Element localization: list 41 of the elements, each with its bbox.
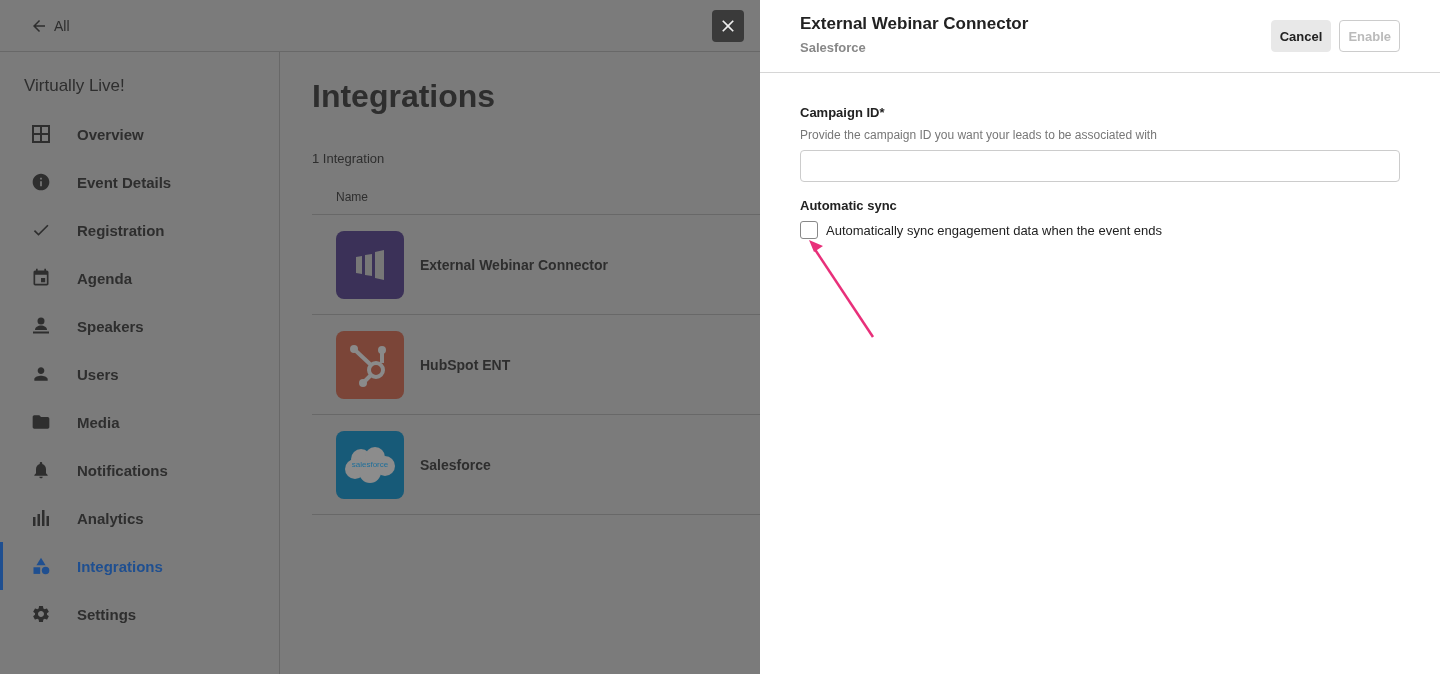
integration-count: 1 Integration <box>312 151 386 166</box>
sidebar-item[interactable]: Registration <box>0 206 279 254</box>
drawer-subtitle: Salesforce <box>800 40 867 55</box>
field-hint: Provide the campaign ID you want your leads to be associated with <box>800 128 1158 142</box>
bell-icon <box>31 460 51 480</box>
grid-icon <box>31 124 51 144</box>
close-button[interactable] <box>712 9 744 42</box>
connector-logo <box>336 230 404 299</box>
integration-name: HubSpot ENT <box>420 356 511 373</box>
sidebar-item[interactable]: Users <box>0 350 279 398</box>
info-icon <box>31 172 51 192</box>
campaign-id-field[interactable] <box>800 150 1400 182</box>
calendar-icon <box>31 268 51 288</box>
sidebar-item[interactable]: Overview <box>0 110 279 158</box>
speaker-icon <box>31 316 51 336</box>
sidebar-item[interactable]: Agenda <box>0 254 279 302</box>
settings-icon <box>31 604 51 624</box>
event-title: Virtually Live! <box>23 76 126 96</box>
field-label: Campaign ID* <box>800 105 886 120</box>
shapes-icon <box>31 556 51 576</box>
sidebar-item[interactable]: Media <box>0 398 279 446</box>
page-title: Integrations <box>312 78 497 115</box>
cancel-button[interactable]: Cancel <box>1270 20 1332 52</box>
checkbox-label: Automatically sync engagement data when the event ends <box>826 222 1163 238</box>
sidebar-item[interactable]: Analytics <box>0 494 279 542</box>
salesforce-logo: salesforce <box>336 430 404 499</box>
sidebar-item[interactable]: Integrations <box>0 542 279 590</box>
back-link[interactable]: All <box>30 16 70 35</box>
integration-name: Salesforce <box>420 456 491 473</box>
section-label: Automatic sync <box>800 198 898 213</box>
checkbox[interactable] <box>800 221 818 239</box>
sidebar-item[interactable]: Settings <box>0 590 279 638</box>
integration-name: External Webinar Connector <box>420 256 608 273</box>
folder-icon <box>31 412 51 432</box>
sidebar-item[interactable]: Event Details <box>0 158 279 206</box>
sidebar-item[interactable]: Notifications <box>0 446 279 494</box>
column-header: Name <box>312 166 760 215</box>
bar-chart-icon <box>31 508 51 528</box>
drawer-title: External Webinar Connector <box>800 14 1029 34</box>
hubspot-logo <box>336 330 404 399</box>
sidebar-item[interactable]: Speakers <box>0 302 279 350</box>
